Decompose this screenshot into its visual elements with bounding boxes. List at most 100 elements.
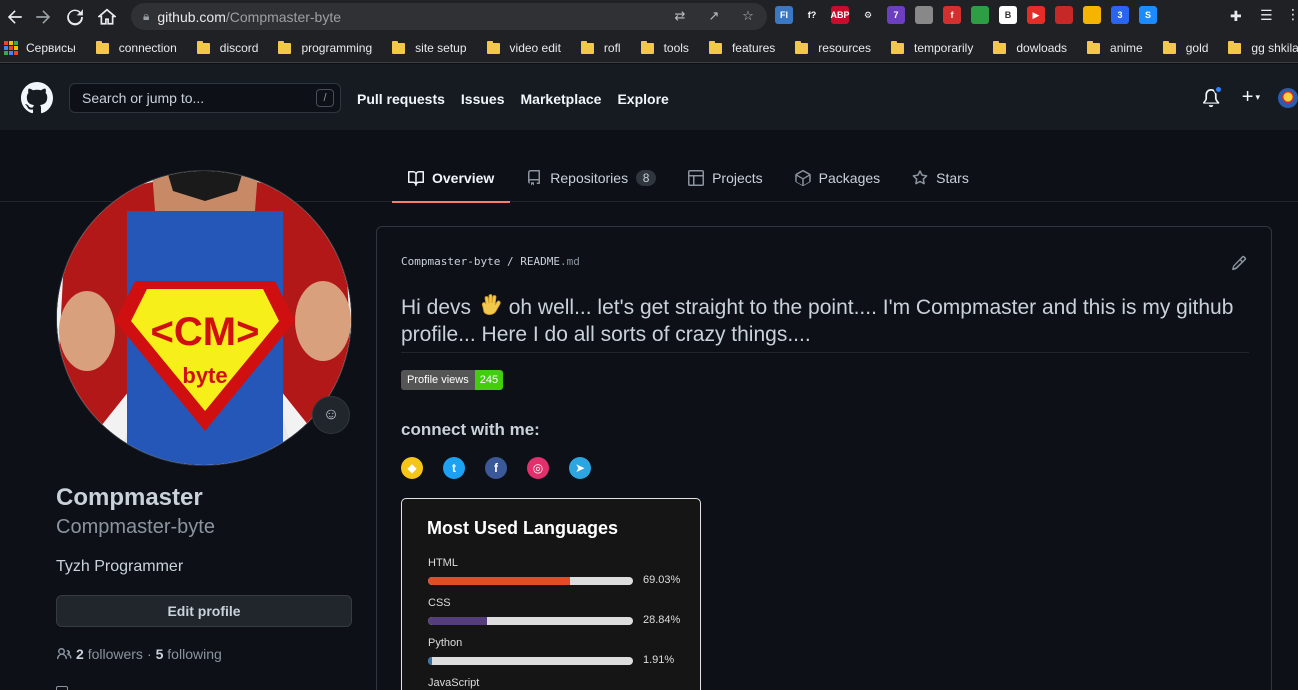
language-name: Python bbox=[428, 637, 463, 649]
folder-icon bbox=[580, 40, 594, 54]
reload-button[interactable] bbox=[60, 2, 90, 32]
nav-explore[interactable]: Explore bbox=[617, 91, 668, 107]
bookmark-temporarily[interactable]: temporarily bbox=[890, 40, 973, 55]
arrow-left-icon bbox=[7, 10, 22, 24]
book-icon bbox=[408, 170, 424, 186]
gear-extension-icon[interactable]: ⚙ bbox=[859, 6, 877, 24]
tab-counter-icon[interactable]: 7 bbox=[887, 6, 905, 24]
header-nav: Pull requests Issues Marketplace Explore bbox=[357, 91, 669, 107]
bookmark-features[interactable]: features bbox=[708, 40, 775, 55]
extensions-puzzle-icon[interactable]: ✚ bbox=[1230, 8, 1242, 25]
language-progress-fill bbox=[428, 577, 570, 585]
reading-list-icon[interactable]: ☰ bbox=[1260, 7, 1273, 24]
home-button[interactable] bbox=[92, 2, 122, 32]
avatar-byte-text: byte bbox=[182, 363, 227, 388]
nav-issues[interactable]: Issues bbox=[461, 91, 505, 107]
bookmark-tools[interactable]: tools bbox=[640, 40, 689, 55]
search-input[interactable]: Search or jump to... / bbox=[69, 83, 341, 113]
edit-profile-button[interactable]: Edit profile bbox=[56, 595, 352, 627]
readme-file-ext: .md bbox=[559, 255, 580, 268]
formula-extension-icon[interactable]: f? bbox=[803, 6, 821, 24]
profile-readme: Compmaster-byte / README.md Hi devs oh w… bbox=[376, 226, 1272, 690]
bookmark-discord[interactable]: discord bbox=[196, 40, 259, 55]
bookmark-site-setup[interactable]: site setup bbox=[392, 40, 467, 55]
pencil-icon[interactable] bbox=[1231, 255, 1247, 271]
css-extension-icon[interactable]: 3 bbox=[1111, 6, 1129, 24]
puzzle-color-icon[interactable] bbox=[971, 6, 989, 24]
bookmark-label: discord bbox=[219, 41, 259, 55]
apps-grid-icon bbox=[4, 41, 18, 55]
tab-packages[interactable]: Packages bbox=[779, 153, 896, 202]
language-progress-bar bbox=[428, 617, 633, 625]
share-icon[interactable]: ↗ bbox=[705, 7, 723, 25]
followers-link[interactable]: 2 followers bbox=[76, 646, 143, 662]
package-icon bbox=[794, 169, 811, 186]
set-status-button[interactable]: ☺ bbox=[312, 396, 350, 434]
translate-icon[interactable]: ⇄ bbox=[671, 7, 689, 25]
fi-extension-icon[interactable]: FI bbox=[775, 6, 793, 24]
user-avatar-menu[interactable] bbox=[1278, 87, 1298, 108]
tab-overview[interactable]: Overview bbox=[392, 153, 511, 203]
bookmark-anime[interactable]: anime bbox=[1087, 40, 1143, 55]
telegram-icon[interactable]: ➤ bbox=[569, 457, 591, 479]
caret-down-icon: ▾ bbox=[1255, 92, 1260, 102]
readme-heading-greeting: Hi devs bbox=[401, 296, 472, 319]
language-name: CSS bbox=[428, 597, 451, 609]
github-logo-icon[interactable] bbox=[21, 82, 53, 114]
nav-marketplace[interactable]: Marketplace bbox=[521, 91, 602, 107]
folder-icon bbox=[196, 40, 210, 54]
project-icon bbox=[688, 169, 705, 186]
create-new-dropdown[interactable]: + ▾ bbox=[1242, 86, 1260, 109]
bookmark-programming[interactable]: programming bbox=[278, 40, 372, 55]
language-name: HTML bbox=[428, 557, 458, 569]
tab-stars[interactable]: Stars bbox=[896, 153, 985, 202]
bookmark-label: anime bbox=[1110, 41, 1143, 55]
bookmark-gg-shkila[interactable]: gg shkila bbox=[1228, 40, 1298, 55]
avatar-cm-text: <CM> bbox=[151, 310, 260, 354]
notification-indicator bbox=[1213, 84, 1223, 94]
address-bar-actions: ⇄ ↗ ☆ bbox=[671, 7, 757, 25]
bookmark-connection[interactable]: connection bbox=[95, 40, 177, 55]
twitter-icon[interactable]: t bbox=[443, 457, 465, 479]
language-progress-fill bbox=[428, 657, 432, 665]
flash-extension-icon[interactable]: f bbox=[943, 6, 961, 24]
folder-icon bbox=[1087, 40, 1101, 54]
readme-file-name[interactable]: README bbox=[520, 255, 560, 268]
home-icon bbox=[98, 8, 116, 25]
b-extension-icon[interactable]: B bbox=[999, 6, 1017, 24]
bookmark-resources[interactable]: resources bbox=[795, 40, 871, 55]
bookmark-label: site setup bbox=[415, 41, 467, 55]
address-bar[interactable]: 🔒︎ github.com/Compmaster-byte ⇄ ↗ ☆ bbox=[131, 3, 767, 30]
facebook-icon[interactable]: f bbox=[485, 457, 507, 479]
forward-button[interactable] bbox=[28, 2, 58, 32]
folder-icon bbox=[708, 40, 722, 54]
bookmark-star-icon[interactable]: ☆ bbox=[739, 7, 757, 25]
notifications-button[interactable] bbox=[1202, 84, 1223, 107]
profile-username: Compmaster-byte bbox=[56, 516, 215, 538]
readme-owner-link[interactable]: Compmaster-byte bbox=[401, 255, 500, 268]
codepen-icon[interactable]: ◆ bbox=[401, 457, 423, 479]
bookmark-label: tools bbox=[663, 41, 689, 55]
adblock-plus-icon[interactable]: ABP bbox=[831, 6, 850, 24]
folder-icon bbox=[1162, 40, 1176, 54]
bookmark-dowloads[interactable]: dowloads bbox=[993, 40, 1067, 55]
bookmark-rofl[interactable]: rofl bbox=[580, 40, 621, 55]
tab-projects[interactable]: Projects bbox=[672, 153, 779, 202]
box-extension-icon[interactable] bbox=[1055, 6, 1073, 24]
profile-avatar[interactable]: <CM> byte bbox=[56, 170, 352, 466]
instagram-icon[interactable]: ◎ bbox=[527, 457, 549, 479]
bookmark-сервисы[interactable]: Сервисы bbox=[4, 41, 76, 55]
lock-icon: 🔒︎ bbox=[143, 9, 150, 23]
following-link[interactable]: 5 following bbox=[156, 646, 222, 662]
browser-menu-icon[interactable]: ⋮ bbox=[1286, 6, 1298, 23]
color-wheel-icon[interactable] bbox=[1083, 6, 1101, 24]
bookmark-gold[interactable]: gold bbox=[1162, 40, 1208, 55]
shazam-extension-icon[interactable]: S bbox=[1139, 6, 1157, 24]
profile-views-badge: Profile views 245 bbox=[401, 370, 504, 390]
tab-repositories[interactable]: Repositories 8 bbox=[510, 153, 672, 202]
youtube-extension-icon[interactable]: ▶ bbox=[1027, 6, 1045, 24]
bookmark-video-edit[interactable]: video edit bbox=[486, 40, 561, 55]
back-button[interactable] bbox=[0, 2, 30, 32]
nav-pull-requests[interactable]: Pull requests bbox=[357, 91, 445, 107]
image-extension-icon[interactable] bbox=[915, 6, 933, 24]
